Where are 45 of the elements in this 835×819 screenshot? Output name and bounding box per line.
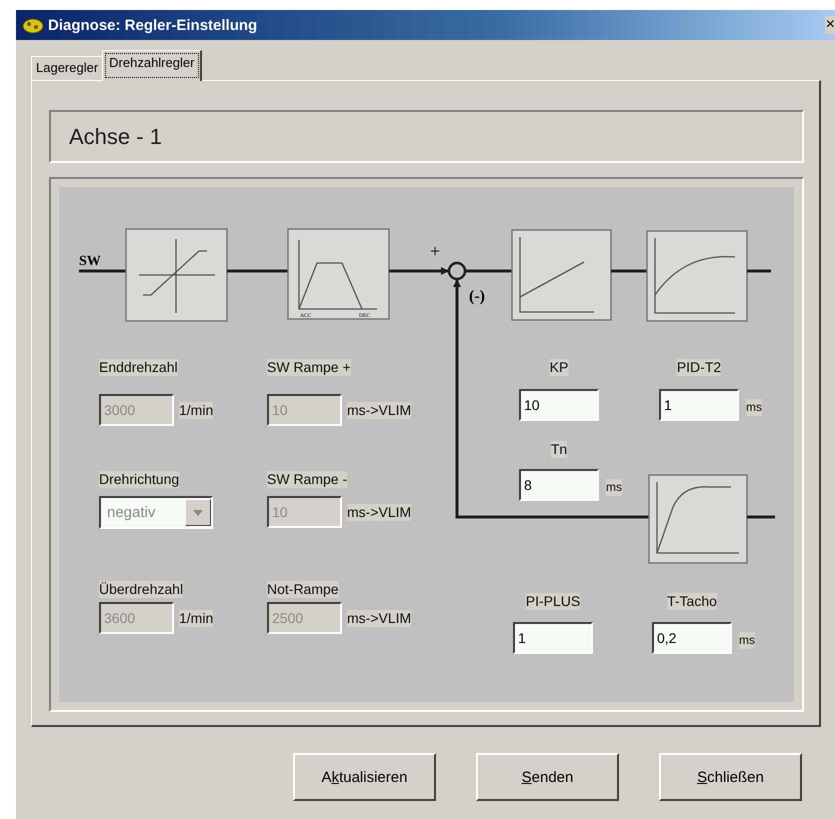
- field-label: SW Rampe -: [267, 471, 348, 488]
- signal-line: [79, 270, 126, 272]
- dialog-button[interactable]: Senden: [476, 753, 619, 801]
- field-label: Drehrichtung: [99, 471, 180, 488]
- dialog-button[interactable]: Schließen: [659, 753, 802, 801]
- axis-title: Achse - 1: [49, 110, 804, 163]
- unit-label: ms->VLIM: [347, 402, 412, 419]
- field-label: Überdrehzahl: [99, 581, 184, 598]
- signal-line: [611, 270, 647, 272]
- dialog-button[interactable]: Aktualisieren: [293, 753, 436, 801]
- signal-line: [747, 516, 775, 518]
- signal-arrow: [389, 267, 449, 275]
- tab[interactable]: Drehzahlregler: [102, 50, 202, 81]
- close-button[interactable]: ×: [824, 16, 835, 34]
- number-field[interactable]: 0,2: [652, 622, 732, 654]
- field-label: PI-PLUS: [526, 593, 580, 610]
- summing-junction: [448, 262, 466, 280]
- number-field[interactable]: 8: [519, 469, 599, 501]
- unit-label: 1/min: [179, 402, 214, 419]
- unit-label: ms->VLIM: [347, 610, 412, 627]
- signal-line: [227, 270, 288, 272]
- field-label: Tn: [550, 441, 568, 458]
- field-label: SW Rampe +: [267, 359, 351, 376]
- plus-sign: +: [430, 241, 440, 261]
- unit-label: ms: [739, 632, 755, 649]
- logo-icon: [22, 16, 44, 34]
- field-label: Not-Rampe: [267, 581, 339, 598]
- window-title: Diagnose: Regler-Einstellung: [48, 16, 258, 34]
- field-label: PID-T2: [676, 359, 722, 376]
- number-field[interactable]: 1: [513, 622, 593, 654]
- signal-line: [465, 270, 512, 272]
- unit-label: ms: [606, 479, 622, 496]
- unit-label: 1/min: [179, 610, 214, 627]
- number-field[interactable]: 10: [519, 389, 599, 421]
- field-label: Enddrehzahl: [99, 359, 178, 376]
- unit-label: ms->VLIM: [347, 504, 412, 521]
- minus-sign: (-): [469, 288, 485, 305]
- tab[interactable]: Lageregler: [31, 56, 102, 80]
- signal-line: [747, 270, 771, 272]
- unit-label: ms: [746, 399, 762, 416]
- caret-icon: [193, 510, 203, 516]
- field-label: KP: [550, 359, 568, 376]
- field-label: T-Tacho: [667, 593, 717, 610]
- number-field[interactable]: 1: [659, 389, 739, 421]
- signal-label: SW: [79, 254, 101, 269]
